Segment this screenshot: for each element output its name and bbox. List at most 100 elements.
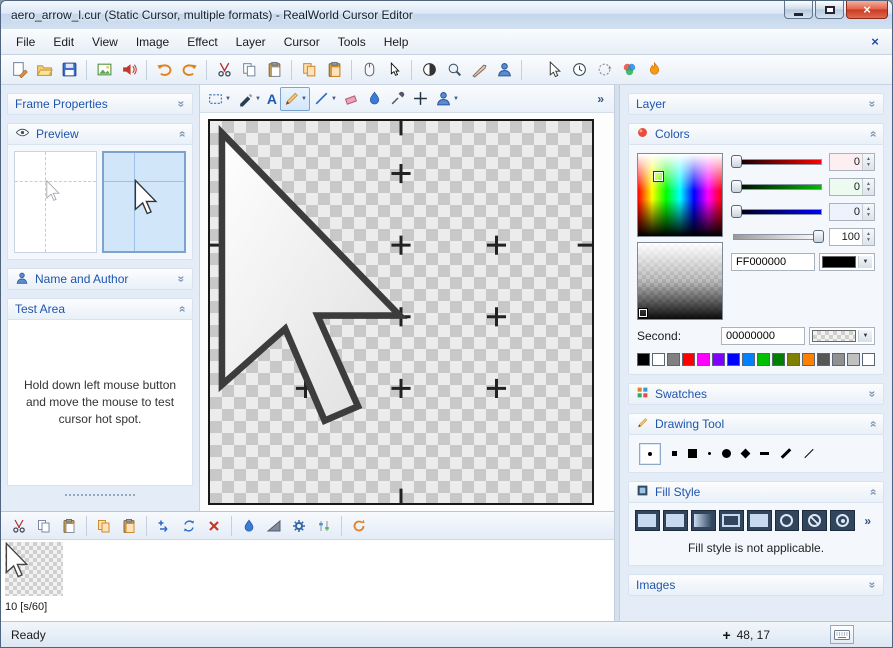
panel-header-test-area[interactable]: Test Area » <box>7 298 193 320</box>
primary-color-dropdown[interactable]: ▼ <box>819 253 875 271</box>
fill-style-circle-dot[interactable] <box>830 510 855 531</box>
panel-header-name-author[interactable]: Name and Author » <box>7 268 193 290</box>
redo-icon[interactable] <box>177 58 201 82</box>
fill-icon[interactable] <box>237 514 261 538</box>
brush-square-large[interactable] <box>688 449 697 458</box>
cut-icon[interactable] <box>212 58 236 82</box>
brush-diamond[interactable] <box>741 449 751 459</box>
color-swatch[interactable] <box>802 353 815 366</box>
color-swatch[interactable] <box>637 353 650 366</box>
rect-select-tool[interactable]: ▼ <box>204 87 234 111</box>
fill-style-circle-slash[interactable] <box>802 510 827 531</box>
mouse-icon[interactable] <box>357 58 381 82</box>
fill-style-circle[interactable] <box>775 510 800 531</box>
color-swatch[interactable] <box>742 353 755 366</box>
fill-style-overflow-button[interactable]: » <box>858 514 877 528</box>
blade-icon[interactable] <box>467 58 491 82</box>
paste-frames-icon[interactable] <box>322 58 346 82</box>
close-document-button[interactable]: × <box>864 33 886 51</box>
titlebar[interactable]: aero_arrow_l.cur (Static Cursor, multipl… <box>1 1 892 29</box>
alpha-slider[interactable] <box>731 228 824 246</box>
red-value-spinner[interactable]: 0▲▼ <box>829 153 875 171</box>
panel-header-fill-style[interactable]: Fill Style » <box>628 481 884 503</box>
new-icon[interactable] <box>7 58 31 82</box>
copy-frames-icon[interactable] <box>92 514 116 538</box>
eraser-tool[interactable] <box>340 87 363 111</box>
dropper-tool[interactable] <box>386 87 409 111</box>
copy-icon[interactable] <box>32 514 56 538</box>
save-icon[interactable] <box>57 58 81 82</box>
blue-slider-thumb[interactable] <box>731 205 742 218</box>
spinner-down-icon[interactable]: ▼ <box>866 187 871 193</box>
menu-edit[interactable]: Edit <box>44 31 83 53</box>
sound-icon[interactable] <box>117 58 141 82</box>
test-area-surface[interactable]: Hold down left mouse button and move the… <box>7 320 193 486</box>
levels-icon[interactable] <box>312 514 336 538</box>
fill-style-solid[interactable] <box>635 510 660 531</box>
brush-slash-thin[interactable] <box>804 449 813 458</box>
color-swatch[interactable] <box>697 353 710 366</box>
swap-frames-icon[interactable] <box>177 514 201 538</box>
panel-header-swatches[interactable]: Swatches » <box>628 383 884 405</box>
color-field-selector[interactable] <box>654 172 663 181</box>
resize-grip[interactable] <box>65 494 135 498</box>
copy-frames-icon[interactable] <box>297 58 321 82</box>
fill-tool[interactable] <box>363 87 386 111</box>
undo-icon[interactable] <box>152 58 176 82</box>
refresh-icon[interactable] <box>347 514 371 538</box>
primary-color-input[interactable] <box>731 253 815 271</box>
color-swatch[interactable] <box>682 353 695 366</box>
contrast-test-icon[interactable] <box>417 58 441 82</box>
pencil-tool[interactable]: ▼ <box>280 87 310 111</box>
color-swatch[interactable] <box>817 353 830 366</box>
secondary-color-input[interactable] <box>721 327 805 345</box>
panel-header-images[interactable]: Images » <box>628 574 884 596</box>
color-swatch[interactable] <box>787 353 800 366</box>
color-swatch[interactable] <box>832 353 845 366</box>
menu-cursor[interactable]: Cursor <box>275 31 329 53</box>
minimize-button[interactable] <box>784 1 813 19</box>
flame-icon[interactable] <box>642 58 666 82</box>
spinner-down-icon[interactable]: ▼ <box>866 237 871 243</box>
fill-style-gradient[interactable] <box>691 510 716 531</box>
fill-style-solid-2[interactable] <box>663 510 688 531</box>
menu-view[interactable]: View <box>83 31 127 53</box>
spinner-down-icon[interactable]: ▼ <box>866 162 871 168</box>
keyboard-button[interactable] <box>830 625 854 644</box>
brush-dot-small[interactable] <box>639 443 661 465</box>
green-slider-thumb[interactable] <box>731 180 742 193</box>
copy-icon[interactable] <box>237 58 261 82</box>
color-swatch[interactable] <box>847 353 860 366</box>
menu-effect[interactable]: Effect <box>178 31 226 53</box>
green-value-spinner[interactable]: 0▲▼ <box>829 178 875 196</box>
clock-icon[interactable] <box>567 58 591 82</box>
menu-layer[interactable]: Layer <box>227 31 275 53</box>
canvas[interactable] <box>208 119 594 505</box>
menu-image[interactable]: Image <box>127 31 178 53</box>
secondary-color-dropdown[interactable]: ▼ <box>809 327 875 345</box>
dropdown-arrow-icon[interactable]: ▼ <box>858 256 872 268</box>
pointer-icon[interactable] <box>542 58 566 82</box>
delete-frame-icon[interactable] <box>202 514 226 538</box>
paste-icon[interactable] <box>57 514 81 538</box>
color-wheel-icon[interactable] <box>617 58 641 82</box>
fill-style-hollow-rect[interactable] <box>719 510 744 531</box>
red-slider-thumb[interactable] <box>731 155 742 168</box>
line-tool[interactable]: ▼ <box>310 87 340 111</box>
green-slider[interactable] <box>731 178 824 196</box>
luminance-selector[interactable] <box>639 309 647 317</box>
color-swatch[interactable] <box>652 353 665 366</box>
panel-header-drawing-tool[interactable]: Drawing Tool » <box>628 413 884 435</box>
pen-tool[interactable]: ▼ <box>234 87 264 111</box>
brush-dash[interactable] <box>760 452 769 455</box>
panel-header-colors[interactable]: Colors » <box>628 123 884 145</box>
ramp-icon[interactable] <box>262 514 286 538</box>
toolbar-overflow-button[interactable]: » <box>591 92 610 106</box>
preview-normal[interactable] <box>14 151 97 253</box>
blue-value-spinner[interactable]: 0▲▼ <box>829 203 875 221</box>
menu-help[interactable]: Help <box>375 31 418 53</box>
menu-file[interactable]: File <box>7 31 44 53</box>
maximize-button[interactable] <box>815 1 844 19</box>
preview-selected[interactable] <box>102 151 186 253</box>
insert-frame-icon[interactable] <box>152 514 176 538</box>
